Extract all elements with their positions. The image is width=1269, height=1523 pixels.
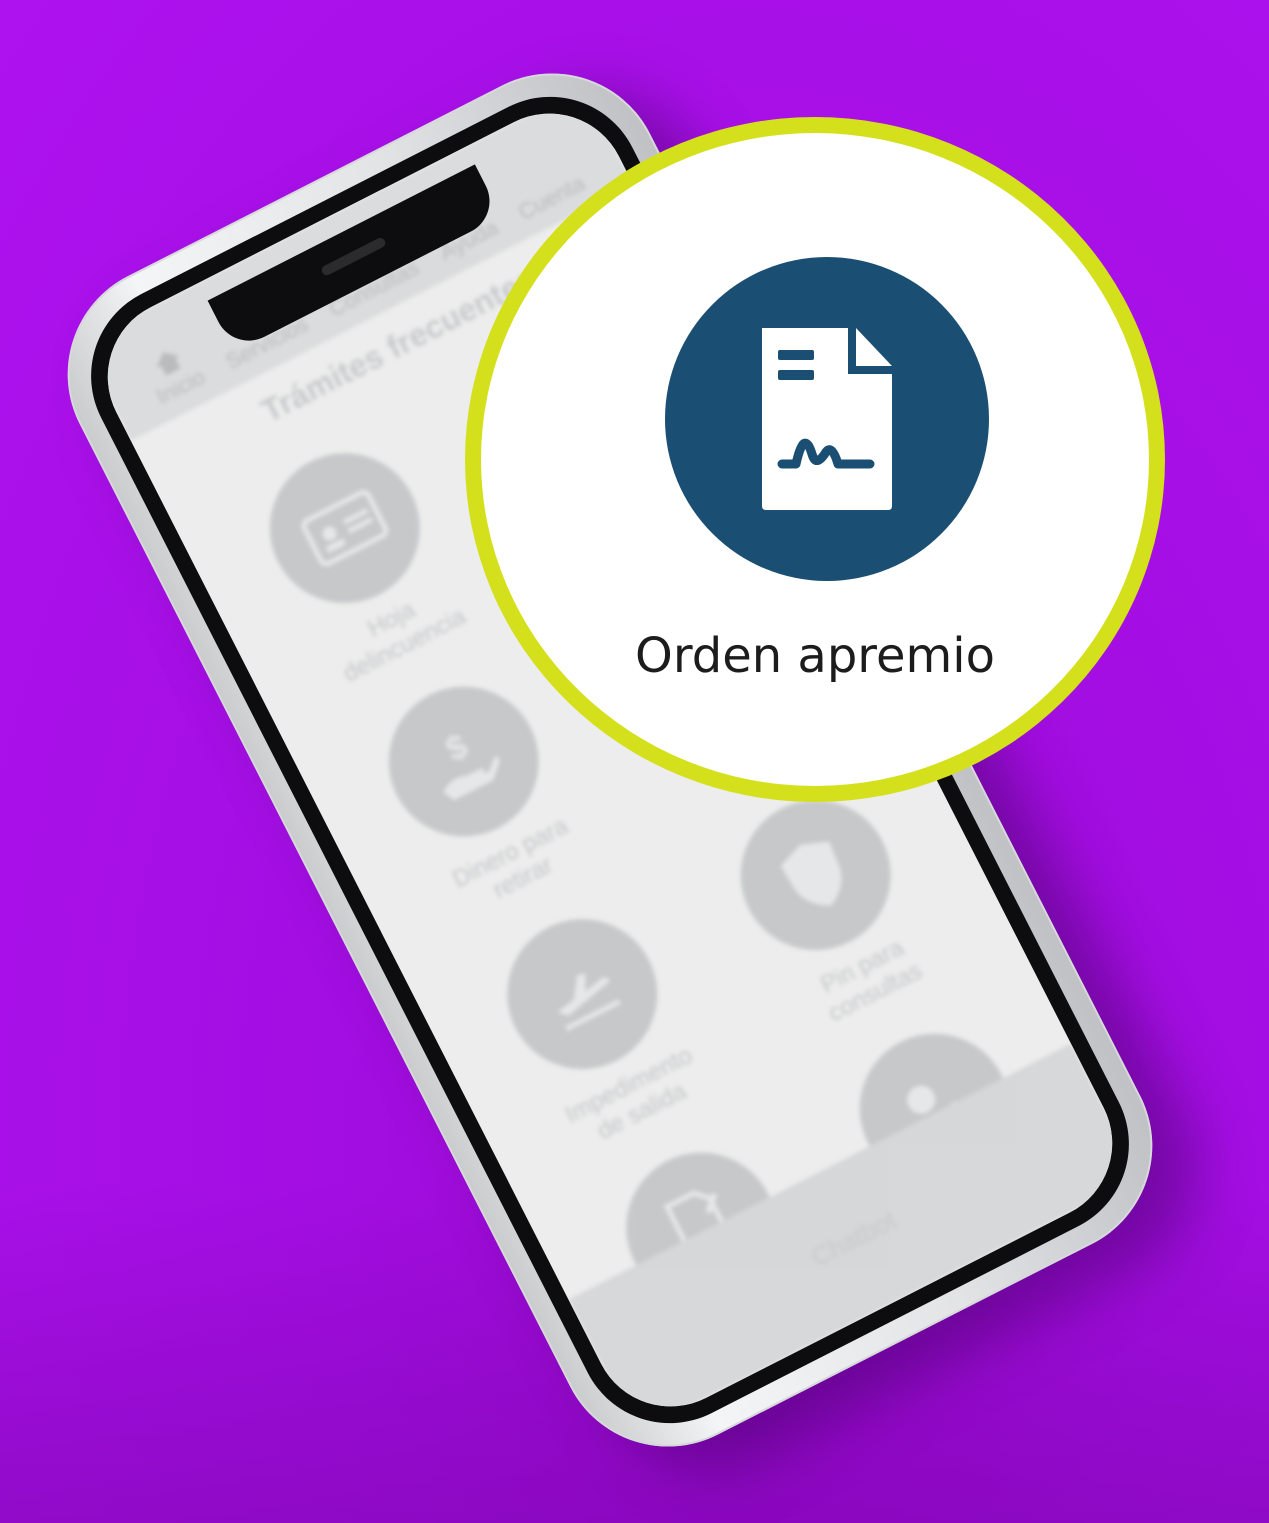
chatbot-button[interactable]: Chatbot (806, 1204, 901, 1273)
document-signature-icon (762, 328, 892, 510)
highlight-callout: Orden apremio (465, 117, 1165, 802)
callout-label: Orden apremio (635, 628, 995, 684)
svg-text:$: $ (440, 727, 474, 769)
nav-item-inicio[interactable]: Inicio (140, 341, 209, 411)
orden-apremio-icon-circle[interactable] (665, 257, 989, 581)
speaker-grille (320, 236, 387, 277)
